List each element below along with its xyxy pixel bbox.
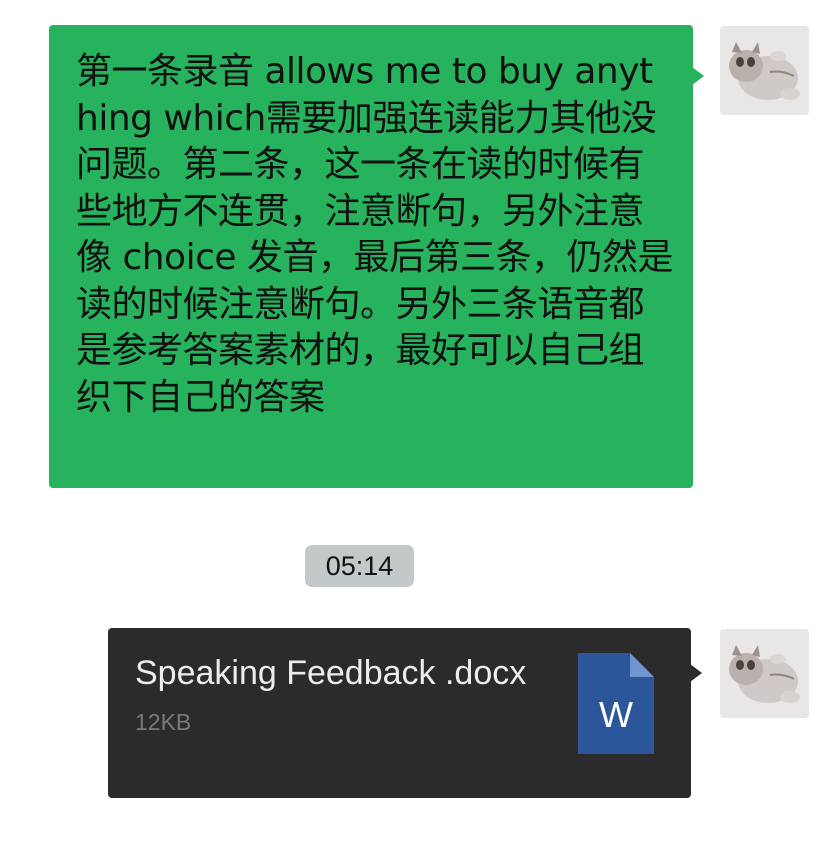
user-avatar[interactable]: [720, 629, 809, 718]
word-doc-letter: W: [599, 694, 633, 735]
text-message-bubble[interactable]: 第一条录音 allows me to buy anything which需要加…: [49, 25, 704, 488]
message-timestamp: 05:14: [305, 545, 414, 587]
user-avatar[interactable]: [720, 26, 809, 115]
word-doc-icon: W: [578, 653, 654, 754]
file-name: Speaking Feedback .docx: [135, 654, 527, 692]
cat-photo-avatar-icon: [720, 629, 809, 718]
chat-view: 第一条录音 allows me to buy anything which需要加…: [0, 0, 838, 843]
file-message-card[interactable]: Speaking Feedback .docx 12KB W: [108, 628, 702, 798]
cat-photo-avatar-icon: [720, 26, 809, 115]
message-text: 第一条录音 allows me to buy anything which需要加…: [76, 51, 673, 418]
